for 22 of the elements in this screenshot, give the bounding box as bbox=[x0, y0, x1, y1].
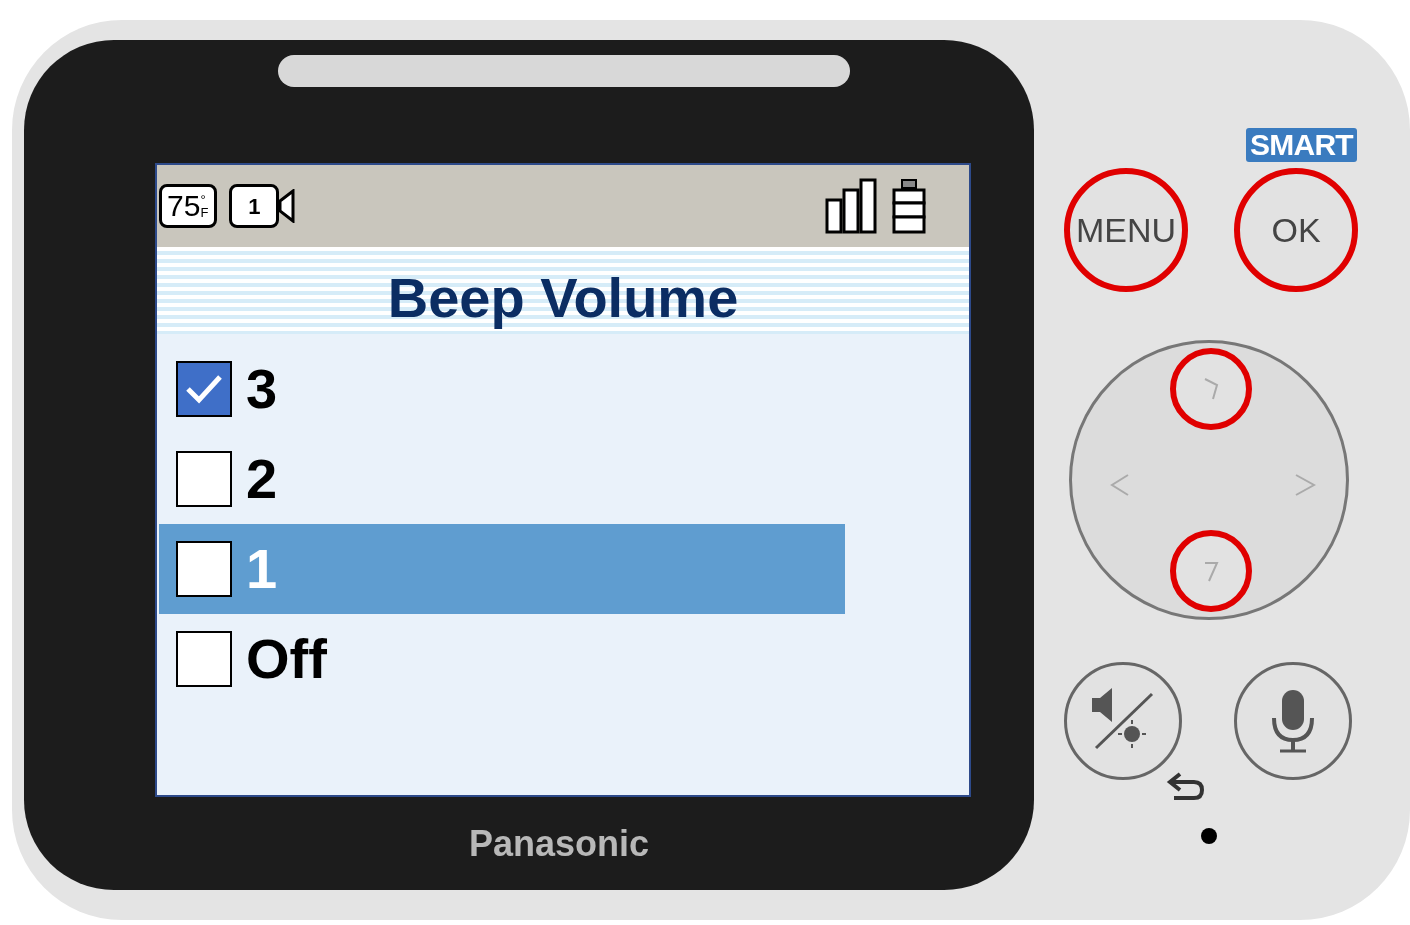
checkbox[interactable] bbox=[176, 631, 232, 687]
return-arrow-icon bbox=[1166, 772, 1206, 802]
checkbox[interactable] bbox=[176, 361, 232, 417]
microphone-hole bbox=[1201, 828, 1217, 844]
checkbox[interactable] bbox=[176, 451, 232, 507]
signal-strength-icon bbox=[825, 178, 879, 234]
option-label: 1 bbox=[246, 541, 278, 597]
checkbox[interactable] bbox=[176, 541, 232, 597]
option-row[interactable]: 3 bbox=[159, 344, 845, 434]
battery-icon bbox=[891, 178, 927, 234]
smart-label: SMART bbox=[1246, 128, 1357, 162]
option-label: 2 bbox=[246, 451, 278, 507]
camera-number: 1 bbox=[248, 192, 261, 221]
option-label: 3 bbox=[246, 361, 278, 417]
brand-logo-text: Panasonic bbox=[468, 821, 650, 866]
option-row[interactable]: Off bbox=[159, 614, 845, 704]
option-row[interactable]: 2 bbox=[159, 434, 845, 524]
ok-button[interactable]: OK bbox=[1234, 168, 1358, 292]
temperature-unit: °F bbox=[200, 193, 210, 219]
temperature-value: 75 bbox=[167, 191, 201, 221]
option-label: Off bbox=[246, 631, 327, 687]
menu-button[interactable]: MENU bbox=[1064, 168, 1188, 292]
